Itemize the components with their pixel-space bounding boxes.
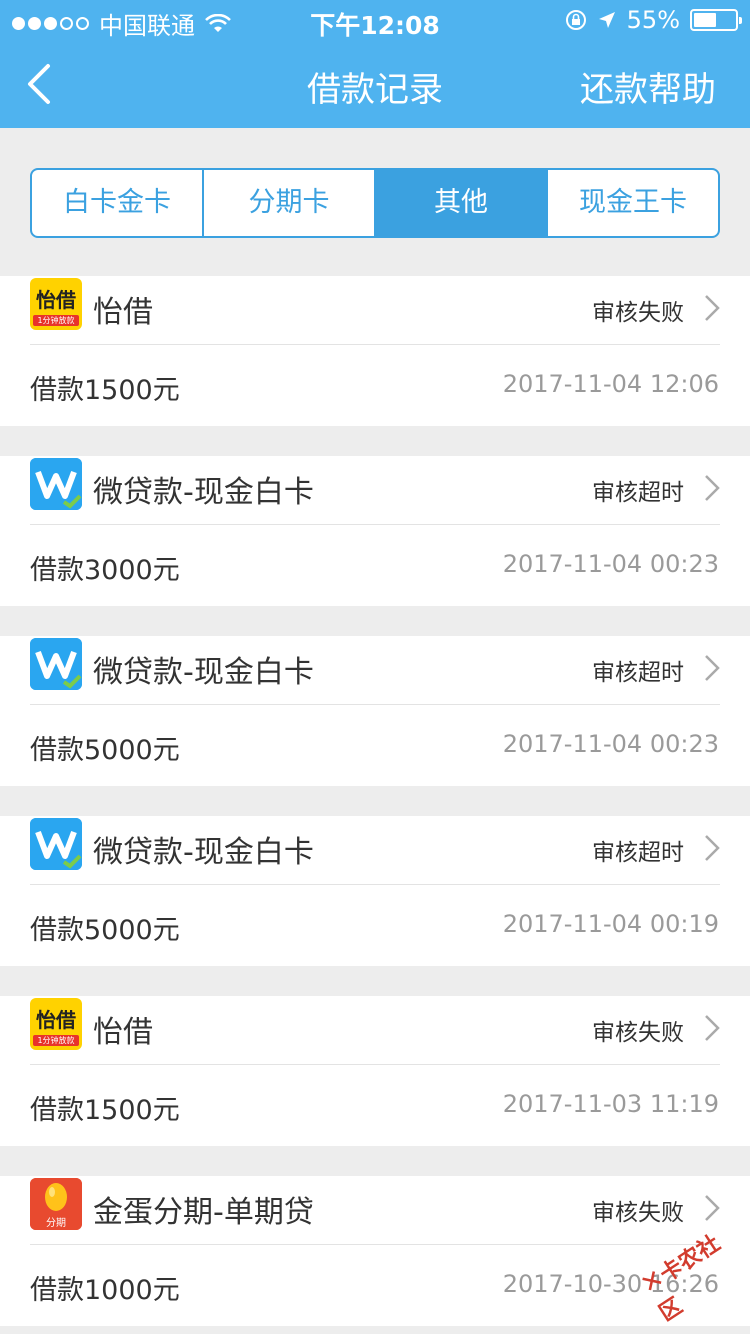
loan-date: 2017-11-04 12:06 — [502, 370, 719, 398]
svg-text:分期: 分期 — [46, 1217, 66, 1229]
chevron-right-icon — [705, 475, 720, 501]
chevron-right-icon — [705, 655, 720, 681]
product-name: 怡借 — [93, 295, 153, 330]
loan-record-card[interactable]: 微贷款-现金白卡 审核超时 借款5000元 2017-11-04 00:23 — [0, 636, 750, 786]
status-bar: 中国联通 下午12:08 55% — [0, 0, 750, 40]
loan-record-card[interactable]: 微贷款-现金白卡 审核超时 借款5000元 2017-11-04 00:19 — [0, 816, 750, 966]
product-name: 微贷款-现金白卡 — [93, 835, 314, 870]
repayment-help-button[interactable]: 还款帮助 — [580, 62, 716, 111]
tab-baika-jinka[interactable]: 白卡金卡 — [32, 170, 204, 236]
loan-amount: 借款1500元 — [30, 375, 180, 406]
review-status: 审核失败 — [592, 1200, 684, 1226]
loan-date: 2017-11-04 00:19 — [502, 910, 719, 938]
tab-xianjin-wangka[interactable]: 现金王卡 — [548, 170, 718, 236]
loan-date: 2017-11-04 00:23 — [502, 730, 719, 758]
tab-fenqika[interactable]: 分期卡 — [204, 170, 376, 236]
product-name: 怡借 — [93, 1015, 153, 1050]
yijie-logo: 怡借 1分钟放款 — [30, 998, 82, 1050]
loan-record-list: 怡借 1分钟放款 怡借 审核失败 借款1500元 2017-11-04 12:0… — [0, 276, 750, 1334]
chevron-right-icon — [705, 295, 720, 321]
weidaikuan-logo — [30, 458, 82, 510]
location-icon — [598, 12, 615, 28]
review-status: 审核失败 — [592, 300, 684, 326]
jindan-logo: 分期 — [30, 1178, 82, 1230]
review-status: 审核超时 — [592, 840, 684, 866]
loan-record-card[interactable]: 微贷款-现金白卡 审核超时 借款3000元 2017-11-04 00:23 — [0, 456, 750, 606]
loan-record-card[interactable]: 怡借 1分钟放款 怡借 审核失败 借款1500元 2017-11-03 11:1… — [0, 996, 750, 1146]
product-name: 微贷款-现金白卡 — [93, 475, 314, 510]
weidaikuan-logo — [30, 818, 82, 870]
loan-date: 2017-11-04 00:23 — [502, 550, 719, 578]
loan-record-card[interactable]: 怡借 1分钟放款 怡借 审核失败 借款1500元 2017-11-04 12:0… — [0, 276, 750, 426]
chevron-right-icon — [705, 1015, 720, 1041]
weidaikuan-logo — [30, 638, 82, 690]
battery-icon — [690, 9, 742, 31]
chevron-right-icon — [705, 835, 720, 861]
loan-date: 2017-11-03 11:19 — [502, 1090, 719, 1118]
rotation-lock-icon — [565, 10, 586, 30]
loan-amount: 借款5000元 — [30, 735, 180, 766]
card-type-tabs: 白卡金卡 分期卡 其他 现金王卡 — [30, 168, 720, 238]
review-status: 审核失败 — [592, 1020, 684, 1046]
navigation-bar: 借款记录 还款帮助 — [0, 40, 750, 128]
tab-other[interactable]: 其他 — [376, 170, 548, 236]
loan-record-card[interactable]: 分期 金蛋分期-单期贷 审核失败 借款1000元 2017-10-30 16:2… — [0, 1176, 750, 1326]
loan-amount: 借款3000元 — [30, 555, 180, 586]
loan-amount: 借款1500元 — [30, 1095, 180, 1126]
product-name: 金蛋分期-单期贷 — [93, 1195, 314, 1230]
loan-amount: 借款5000元 — [30, 915, 180, 946]
battery-percent: 55% — [626, 6, 680, 34]
product-name: 微贷款-现金白卡 — [93, 655, 314, 690]
loan-amount: 借款1000元 — [30, 1275, 180, 1306]
yijie-logo: 怡借 1分钟放款 — [30, 278, 82, 330]
chevron-right-icon — [705, 1195, 720, 1221]
review-status: 审核超时 — [592, 480, 684, 506]
review-status: 审核超时 — [592, 660, 684, 686]
